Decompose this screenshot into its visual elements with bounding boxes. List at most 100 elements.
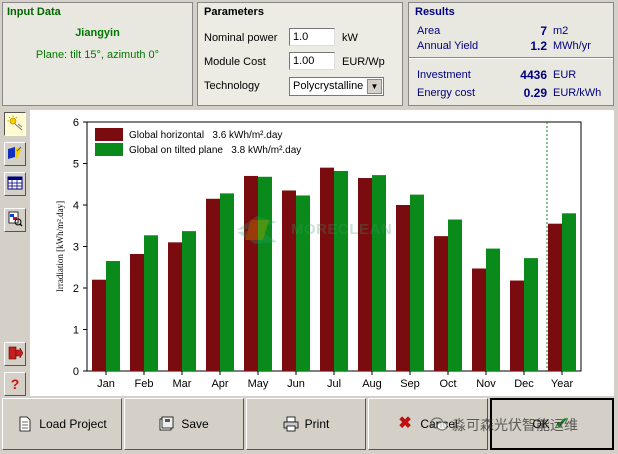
legend-entry: Global horizontal 3.6 kWh/m².day	[129, 130, 282, 141]
nominal-power-input[interactable]: 1.0	[289, 28, 335, 46]
y-tick-label: 1	[73, 325, 79, 337]
x-tick-label: Oct	[439, 378, 456, 390]
bar-tilted	[220, 193, 234, 371]
energy-cost-label: Energy cost	[417, 87, 476, 99]
annual-yield-value: 1.2	[530, 39, 547, 53]
print-button[interactable]: Print	[246, 398, 366, 450]
x-tick-label: Aug	[362, 378, 382, 390]
cancel-x-icon: ✖	[398, 415, 412, 432]
x-tick-label: Dec	[514, 378, 534, 390]
module-cost-input[interactable]: 1.00	[289, 52, 335, 70]
bar-horizontal	[168, 242, 182, 371]
bar-horizontal	[244, 175, 258, 371]
sun-icon	[7, 115, 23, 134]
annual-yield-row: Annual Yield 1.2 MWh/yr	[415, 39, 609, 54]
panel-settings-button[interactable]	[4, 142, 26, 166]
y-tick-label: 5	[73, 159, 79, 171]
table-icon	[7, 175, 23, 194]
bar-tilted	[410, 194, 424, 371]
table-button[interactable]	[4, 172, 26, 196]
technology-select[interactable]: Polycrystalline ▼	[289, 77, 384, 96]
y-tick-label: 2	[73, 283, 79, 295]
x-tick-label: Jan	[97, 378, 115, 390]
bar-tilted	[448, 219, 462, 371]
results-panel: Results Area 7 m2 Annual Yield 1.2 MWh/y…	[408, 2, 614, 106]
cancel-label: Cancel	[420, 417, 458, 431]
y-tick-label: 4	[73, 200, 79, 212]
y-axis-label: Irradiation [kWh/m².day]	[55, 201, 65, 292]
module-cost-unit: EUR/Wp	[342, 56, 385, 68]
bar-tilted	[562, 213, 576, 371]
print-label: Print	[304, 417, 330, 431]
annual-yield-label: Annual Yield	[417, 40, 479, 52]
area-row: Area 7 m2	[415, 24, 609, 39]
x-tick-label: Jul	[327, 378, 341, 390]
cancel-button[interactable]: ✖ Cancel	[368, 398, 488, 450]
legend-swatch	[95, 128, 123, 141]
x-tick-label: Feb	[135, 378, 154, 390]
legend-entry: Global on tilted plane 3.8 kWh/m².day	[129, 145, 301, 156]
printer-icon	[283, 416, 299, 432]
investment-row: Investment 4436 EUR	[415, 68, 609, 83]
irradiation-chart: 0 1 2 3 4 5 6 Irradiation [kWh/m².day] Jan Feb Mar…	[30, 110, 614, 396]
bar-tilted	[182, 231, 196, 371]
save-icon	[159, 416, 175, 432]
save-label: Save	[181, 417, 209, 431]
checkmark-icon: ✔	[555, 415, 569, 432]
exit-icon	[7, 345, 24, 364]
bar-tilted	[258, 176, 272, 371]
input-data-panel: Input Data Jiangyin Plane: tilt 15°, azi…	[2, 2, 193, 106]
exit-button[interactable]	[4, 342, 26, 366]
dropdown-arrow-icon[interactable]: ▼	[367, 79, 382, 94]
print-preview-button[interactable]	[4, 208, 26, 232]
x-tick-label: Jun	[287, 378, 305, 390]
bar-horizontal	[282, 190, 296, 371]
load-project-button[interactable]: Load Project	[2, 398, 122, 450]
legend-swatch	[95, 143, 123, 156]
bar-horizontal	[358, 178, 372, 371]
parameters-panel: Parameters Nominal power 1.0 kW Module C…	[197, 2, 403, 106]
technology-value: Polycrystalline	[293, 80, 364, 92]
bar-horizontal	[510, 280, 524, 371]
bar-horizontal	[320, 167, 334, 371]
x-tick-label: Sep	[400, 378, 420, 390]
load-project-label: Load Project	[39, 417, 107, 431]
save-button[interactable]: Save	[124, 398, 244, 450]
bar-tilted	[106, 261, 120, 371]
area-unit: m2	[553, 25, 569, 37]
ok-label: OK	[532, 417, 550, 431]
document-icon	[17, 416, 33, 432]
bar-tilted	[524, 258, 538, 371]
area-value: 7	[540, 24, 547, 38]
nominal-power-unit: kW	[342, 32, 358, 44]
bar-tilted	[486, 248, 500, 371]
x-tick-label: Year	[551, 378, 574, 390]
help-icon: ?	[10, 376, 20, 392]
x-tick-label: Nov	[476, 378, 496, 390]
print-preview-icon	[7, 211, 23, 230]
bar-tilted	[296, 195, 310, 371]
bar-horizontal	[206, 198, 220, 371]
investment-value: 4436	[520, 68, 547, 82]
bar-horizontal	[434, 236, 448, 371]
annual-yield-unit: MWh/yr	[553, 40, 591, 52]
help-button[interactable]: ?	[4, 372, 26, 396]
input-data-title: Input Data	[7, 6, 61, 18]
bar-tilted	[372, 175, 386, 371]
results-divider	[409, 57, 613, 59]
x-tick-label: Mar	[173, 378, 192, 390]
module-cost-label: Module Cost	[204, 56, 266, 68]
energy-cost-row: Energy cost 0.29 EUR/kWh	[415, 86, 609, 101]
ok-button[interactable]: OK ✔	[490, 398, 614, 450]
bar-horizontal	[92, 279, 106, 371]
investment-label: Investment	[417, 69, 471, 81]
y-tick-label: 6	[73, 117, 79, 129]
sun-button[interactable]	[4, 112, 26, 136]
technology-label: Technology	[204, 80, 260, 92]
y-tick-label: 3	[73, 242, 79, 254]
y-tick-label: 0	[73, 366, 79, 378]
panel-settings-icon	[7, 145, 23, 164]
results-title: Results	[415, 6, 455, 18]
bar-horizontal	[396, 205, 410, 371]
x-tick-label: May	[248, 378, 269, 390]
